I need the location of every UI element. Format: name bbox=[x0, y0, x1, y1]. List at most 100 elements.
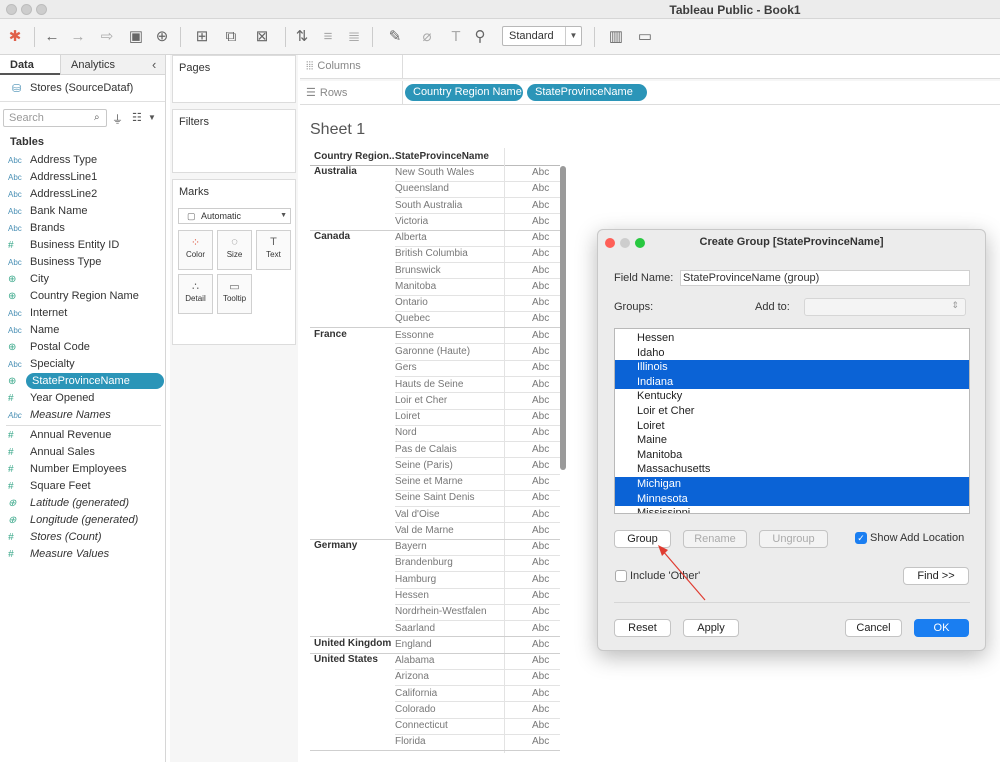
field-item[interactable]: # Stores (Count) bbox=[8, 529, 102, 545]
field-item[interactable]: # Annual Sales bbox=[8, 444, 95, 460]
table-row[interactable]: Seine et Marne Abc bbox=[395, 474, 565, 490]
field-item[interactable]: Abc Bank Name bbox=[8, 203, 87, 219]
country-header-cell[interactable]: Germany bbox=[314, 540, 357, 551]
table-row[interactable]: Arizona Abc bbox=[395, 669, 565, 685]
table-row[interactable]: Loir et Cher Abc bbox=[395, 393, 565, 409]
clear-sheet-icon[interactable]: ⊠ bbox=[246, 27, 278, 47]
field-name-input[interactable]: StateProvinceName (group) bbox=[680, 270, 970, 286]
tab-analytics[interactable]: Analytics bbox=[60, 55, 165, 75]
field-item[interactable]: Abc AddressLine2 bbox=[8, 186, 97, 202]
duplicate-sheet-icon[interactable]: ⧉ bbox=[220, 27, 242, 47]
field-item[interactable]: # Business Entity ID bbox=[8, 237, 119, 253]
state-column-header[interactable]: StateProvinceName bbox=[395, 151, 489, 162]
filters-card[interactable]: Filters bbox=[172, 109, 296, 173]
table-row[interactable]: Alberta Abc bbox=[395, 230, 565, 246]
collapse-panel-icon[interactable]: ‹ bbox=[152, 57, 156, 72]
table-row[interactable]: Saarland Abc bbox=[395, 621, 565, 637]
fix-axes-icon[interactable]: ⚲ bbox=[470, 27, 490, 47]
apply-button[interactable]: Apply bbox=[683, 619, 739, 637]
table-row[interactable]: New South Wales Abc bbox=[395, 165, 565, 181]
group-list-item[interactable]: Loir et Cher bbox=[615, 404, 969, 419]
field-item[interactable]: ⊕ StateProvinceName bbox=[8, 373, 164, 389]
field-item[interactable]: ⊕ Postal Code bbox=[8, 339, 90, 355]
new-worksheet-icon[interactable]: ⊞ bbox=[188, 27, 216, 47]
presentation-mode-icon[interactable]: ▭ bbox=[634, 27, 656, 47]
field-item[interactable]: Abc Measure Names bbox=[8, 407, 111, 423]
back-icon[interactable]: ← bbox=[42, 27, 62, 47]
table-row[interactable]: Hamburg Abc bbox=[395, 572, 565, 588]
show-me-icon[interactable]: ▥ bbox=[602, 27, 630, 47]
group-list-item[interactable]: Illinois bbox=[615, 360, 969, 375]
table-row[interactable]: California Abc bbox=[395, 686, 565, 702]
group-list-item[interactable]: Maine bbox=[615, 433, 969, 448]
table-row[interactable]: England Abc bbox=[395, 637, 565, 653]
table-row[interactable]: Loiret Abc bbox=[395, 409, 565, 425]
country-header-cell[interactable]: Australia bbox=[314, 166, 357, 177]
include-other-checkbox[interactable] bbox=[615, 570, 627, 582]
datasource-name[interactable]: Stores (SourceDataf) bbox=[30, 82, 133, 94]
field-item[interactable]: Abc AddressLine1 bbox=[8, 169, 97, 185]
reset-button[interactable]: Reset bbox=[614, 619, 671, 637]
table-row[interactable]: Essonne Abc bbox=[395, 328, 565, 344]
field-item[interactable]: Abc Brands bbox=[8, 220, 65, 236]
group-list-item[interactable]: Idaho bbox=[615, 346, 969, 361]
table-row[interactable]: Alabama Abc bbox=[395, 653, 565, 669]
field-item[interactable]: ⊕ City bbox=[8, 271, 49, 287]
group-members-icon[interactable]: ⌀ bbox=[414, 27, 440, 47]
size-mark-button[interactable]: ◌ Size bbox=[217, 230, 252, 270]
vertical-scrollbar[interactable] bbox=[560, 166, 566, 470]
country-column-header[interactable]: Country Region.. bbox=[314, 151, 395, 162]
field-item[interactable]: Abc Name bbox=[8, 322, 59, 338]
find-button[interactable]: Find >> bbox=[903, 567, 969, 585]
table-row[interactable]: Pas de Calais Abc bbox=[395, 442, 565, 458]
field-item[interactable]: # Annual Revenue bbox=[8, 427, 111, 443]
table-row[interactable]: Florida Abc bbox=[395, 734, 565, 750]
detail-mark-button[interactable]: ∴ Detail bbox=[178, 274, 213, 314]
show-add-location-checkbox[interactable]: ✓ bbox=[855, 532, 867, 544]
sort-descending-icon[interactable]: ≣ bbox=[344, 27, 364, 47]
table-row[interactable]: Nord Abc bbox=[395, 425, 565, 441]
field-item[interactable]: ⊕ Latitude (generated) bbox=[8, 495, 129, 511]
table-row[interactable]: Brunswick Abc bbox=[395, 263, 565, 279]
show-labels-icon[interactable]: T bbox=[446, 27, 466, 47]
sort-ascending-icon[interactable]: ≡ bbox=[318, 27, 338, 47]
country-header-cell[interactable]: Canada bbox=[314, 231, 350, 242]
table-row[interactable]: Connecticut Abc bbox=[395, 718, 565, 734]
table-row[interactable]: Colorado Abc bbox=[395, 702, 565, 718]
chevron-down-icon[interactable]: ▼ bbox=[148, 113, 156, 122]
table-row[interactable]: Garonne (Haute) Abc bbox=[395, 344, 565, 360]
table-row[interactable]: Manitoba Abc bbox=[395, 279, 565, 295]
country-header-cell[interactable]: United Kingdom bbox=[314, 638, 391, 649]
field-item[interactable]: ⊕ Longitude (generated) bbox=[8, 512, 138, 528]
table-row[interactable]: Bayern Abc bbox=[395, 539, 565, 555]
forward-icon[interactable]: → bbox=[68, 27, 88, 47]
tab-data[interactable]: Data bbox=[0, 55, 60, 75]
field-item[interactable]: # Square Feet bbox=[8, 478, 91, 494]
group-list-item[interactable]: Massachusetts bbox=[615, 462, 969, 477]
table-row[interactable]: Queensland Abc bbox=[395, 181, 565, 197]
table-row[interactable]: Brandenburg Abc bbox=[395, 555, 565, 571]
swap-rows-columns-icon[interactable]: ⇅ bbox=[292, 27, 312, 47]
field-item[interactable]: Abc Specialty bbox=[8, 356, 75, 372]
field-item[interactable]: ⊕ Country Region Name bbox=[8, 288, 139, 304]
add-to-select[interactable]: ⇕ bbox=[804, 298, 966, 316]
rows-shelf[interactable]: ☰ Rows Country Region Name StateProvinceN… bbox=[300, 81, 1000, 105]
country-header-cell[interactable]: United States bbox=[314, 654, 378, 665]
table-row[interactable]: Nordrhein-Westfalen Abc bbox=[395, 604, 565, 620]
group-list-item[interactable]: Hessen bbox=[615, 331, 969, 346]
save-icon[interactable]: ▣ bbox=[126, 27, 146, 47]
tableau-logo-icon[interactable]: ✱ bbox=[6, 27, 24, 47]
group-members-list[interactable]: Hessen Idaho Illinois Indiana Kentucky Loir e… bbox=[614, 328, 970, 514]
filter-icon[interactable]: ⏚ bbox=[112, 111, 123, 127]
group-list-item[interactable]: Manitoba bbox=[615, 448, 969, 463]
row-pill-country[interactable]: Country Region Name bbox=[405, 84, 523, 101]
group-list-item[interactable]: Mississippi bbox=[615, 506, 969, 513]
table-row[interactable]: Val d'Oise Abc bbox=[395, 507, 565, 523]
table-row[interactable]: South Australia Abc bbox=[395, 198, 565, 214]
group-list-item[interactable]: Loiret bbox=[615, 419, 969, 434]
field-item[interactable]: Abc Business Type bbox=[8, 254, 101, 270]
view-options-icon[interactable]: ☷ bbox=[132, 111, 142, 124]
color-mark-button[interactable]: ⁘ Color bbox=[178, 230, 213, 270]
table-row[interactable]: Victoria Abc bbox=[395, 214, 565, 230]
group-list-item[interactable]: Kentucky bbox=[615, 389, 969, 404]
